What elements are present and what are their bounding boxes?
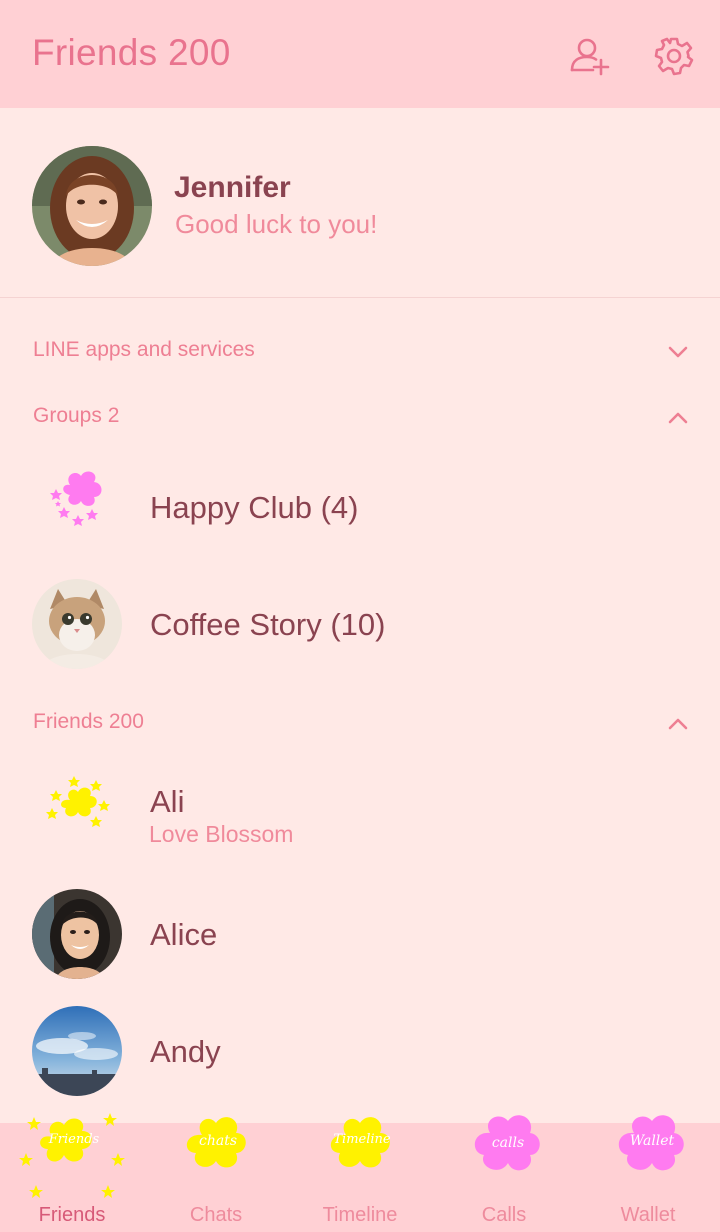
friend-name: Andy bbox=[150, 1034, 221, 1069]
chevron-up-icon bbox=[668, 412, 688, 424]
friend-name: Ali bbox=[150, 784, 185, 819]
timeline-tab-icon: Timeline bbox=[330, 1117, 391, 1168]
yellow-flower-icon bbox=[46, 776, 110, 827]
tab-friends[interactable]: Friends Friends bbox=[0, 1113, 144, 1232]
top-bar: Friends 200 bbox=[0, 0, 720, 108]
friends-tab-icon: Friends bbox=[19, 1113, 125, 1198]
add-friend-button[interactable] bbox=[568, 34, 612, 78]
settings-button[interactable] bbox=[652, 34, 696, 78]
avatar bbox=[32, 889, 122, 979]
tab-icon-text: Wallet bbox=[630, 1133, 675, 1149]
profile-avatar[interactable] bbox=[32, 146, 152, 266]
wallet-tab-icon: Wallet bbox=[618, 1115, 684, 1171]
sky-avatar bbox=[32, 1006, 122, 1096]
chevron-down-icon bbox=[668, 346, 688, 358]
section-groups[interactable]: Groups 2 bbox=[0, 386, 720, 446]
profile-name: Jennifer bbox=[174, 171, 291, 204]
tab-label: Friends bbox=[38, 1204, 106, 1226]
friend-row-ali[interactable]: Ali Love Blossom bbox=[0, 760, 720, 870]
tab-icon-text: Timeline bbox=[333, 1132, 391, 1147]
cat-avatar bbox=[32, 579, 122, 669]
my-profile[interactable]: Jennifer Good luck to you! bbox=[0, 108, 720, 298]
friend-row-alice[interactable]: Alice bbox=[0, 880, 720, 990]
tab-icon-text: calls bbox=[492, 1135, 524, 1151]
friend-name: Alice bbox=[150, 917, 218, 952]
profile-status-message: Good luck to you! bbox=[175, 209, 378, 239]
page-title: Friends 200 bbox=[32, 32, 231, 73]
gear-icon bbox=[654, 37, 694, 76]
group-row-coffee-story[interactable]: Coffee Story (10) bbox=[0, 570, 720, 680]
section-label: Groups 2 bbox=[33, 404, 120, 427]
chevron-up-icon bbox=[668, 718, 688, 730]
chats-tab-icon: chats bbox=[186, 1117, 246, 1168]
tab-icon-text: chats bbox=[199, 1133, 237, 1149]
pink-flower-icon bbox=[50, 471, 102, 526]
group-name: Happy Club (4) bbox=[150, 490, 359, 525]
section-line-apps[interactable]: LINE apps and services bbox=[0, 320, 720, 380]
friend-row-andy[interactable]: Andy bbox=[0, 997, 720, 1107]
section-label: Friends 200 bbox=[33, 710, 144, 733]
tab-calls[interactable]: calls Calls bbox=[432, 1115, 576, 1232]
calls-tab-icon: calls bbox=[474, 1115, 540, 1171]
tab-icon-text: Friends bbox=[48, 1132, 100, 1147]
tab-wallet[interactable]: Wallet Wallet bbox=[576, 1115, 720, 1232]
group-name: Coffee Story (10) bbox=[150, 607, 386, 642]
bottom-tab-bar: Friends Friends chats Chats Timeline Tim… bbox=[0, 1113, 720, 1232]
tab-timeline[interactable]: Timeline Timeline bbox=[288, 1117, 432, 1232]
tab-label: Timeline bbox=[322, 1204, 398, 1226]
add-friend-icon bbox=[570, 38, 610, 76]
section-friends[interactable]: Friends 200 bbox=[0, 692, 720, 752]
tab-label: Chats bbox=[189, 1204, 243, 1226]
tab-label: Calls bbox=[481, 1204, 527, 1226]
friend-status-message: Love Blossom bbox=[149, 821, 294, 847]
section-label: LINE apps and services bbox=[33, 338, 255, 361]
tab-chats[interactable]: chats Chats bbox=[144, 1117, 288, 1232]
tab-label: Wallet bbox=[620, 1204, 676, 1226]
group-row-happy-club[interactable]: Happy Club (4) bbox=[0, 453, 720, 563]
